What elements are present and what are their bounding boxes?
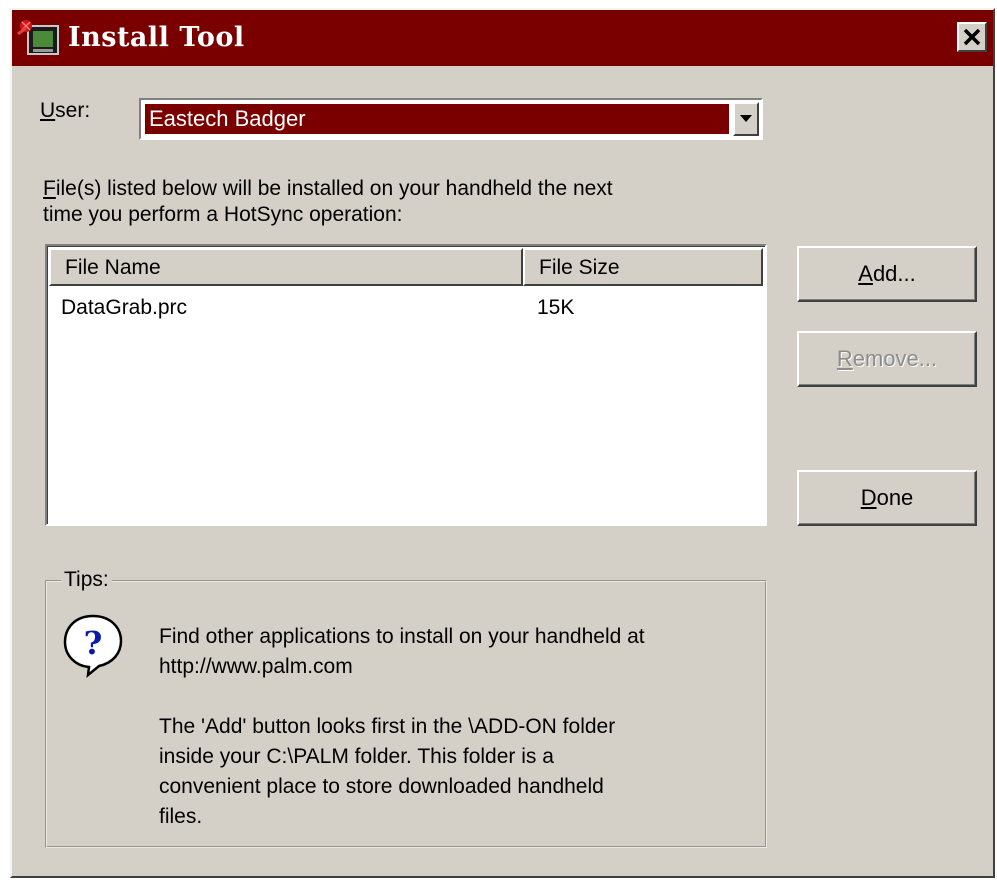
svg-text:?: ? bbox=[84, 624, 103, 662]
user-dropdown[interactable]: Eastech Badger bbox=[139, 98, 763, 140]
file-list[interactable]: File Name File Size DataGrab.prc 15K bbox=[45, 244, 767, 526]
instructions-line-1: File(s) listed below will be installed o… bbox=[43, 177, 613, 200]
remove-button[interactable]: Remove... bbox=[797, 331, 977, 387]
title-bar[interactable]: Install Tool bbox=[12, 10, 993, 66]
tip-paragraph-1: Find other applications to install on yo… bbox=[159, 622, 759, 682]
close-icon bbox=[963, 28, 981, 46]
user-label: User: bbox=[40, 99, 91, 122]
tip-1-line-1: Find other applications to install on yo… bbox=[159, 625, 645, 648]
column-header-file-name[interactable]: File Name bbox=[49, 248, 523, 286]
tips-group: Tips: ? Find other applications to insta… bbox=[45, 567, 767, 848]
column-header-file-size[interactable]: File Size bbox=[523, 248, 763, 286]
dropdown-button[interactable] bbox=[733, 102, 759, 136]
chevron-down-icon bbox=[740, 115, 752, 122]
file-size-cell: 15K bbox=[537, 296, 575, 319]
tip-2-line-3: convenient place to store downloaded han… bbox=[159, 775, 604, 798]
help-balloon-icon: ? bbox=[63, 614, 123, 678]
close-button[interactable] bbox=[957, 22, 987, 52]
file-name-cell: DataGrab.prc bbox=[61, 296, 188, 319]
window-title: Install Tool bbox=[68, 22, 245, 53]
tips-title: Tips: bbox=[61, 567, 112, 593]
done-button[interactable]: Done bbox=[797, 470, 977, 526]
add-button[interactable]: Add... bbox=[797, 246, 977, 302]
tip-2-line-1: The 'Add' button looks first in the \ADD… bbox=[159, 715, 616, 738]
install-tool-app-icon bbox=[17, 20, 59, 55]
install-tool-window: Install Tool User: Eastech Badger File(s… bbox=[10, 8, 995, 878]
instructions-line-2: time you perform a HotSync operation: bbox=[43, 203, 403, 226]
tip-2-line-4: files. bbox=[159, 805, 203, 828]
tip-2-line-2: inside your C:\PALM folder. This folder … bbox=[159, 745, 554, 768]
tip-1-line-2: http://www.palm.com bbox=[159, 655, 353, 678]
tip-paragraph-2: The 'Add' button looks first in the \ADD… bbox=[159, 712, 759, 832]
user-selected-value: Eastech Badger bbox=[144, 103, 730, 135]
